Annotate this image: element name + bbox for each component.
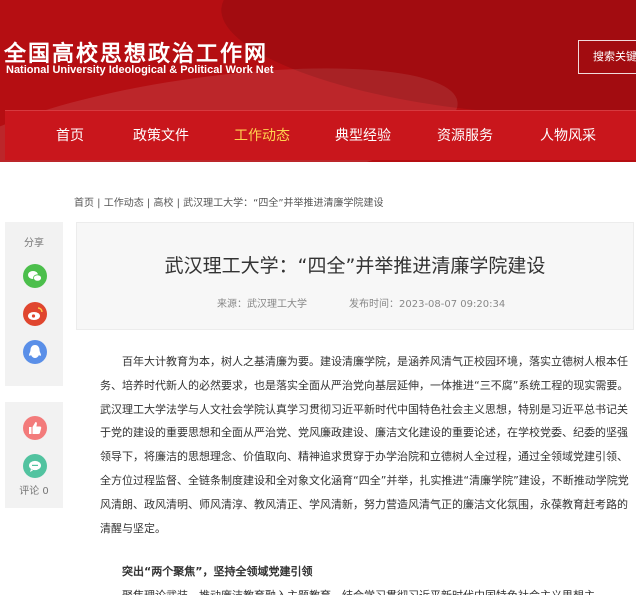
share-panel: 分享 <box>5 222 63 386</box>
comment-count[interactable]: 评论 0 <box>5 482 63 497</box>
comment-icon[interactable] <box>23 454 47 478</box>
site-logo-subtitle: National University Ideological & Politi… <box>6 64 274 76</box>
main-nav: 首页 政策文件 工作动态 典型经验 资源服务 人物风采 <box>5 110 636 160</box>
thumbs-up-icon[interactable] <box>23 416 47 440</box>
nav-item-policy[interactable]: 政策文件 <box>133 111 189 161</box>
nav-item-work-news[interactable]: 工作动态 <box>234 111 290 161</box>
article-header: 武汉理工大学：“四全”并举推进清廉学院建设 来源：武汉理工大学 发布时间：202… <box>76 222 634 330</box>
share-label: 分享 <box>24 238 44 249</box>
article-paragraph: 聚焦理论武装，推动廉洁教育融入主题教育。结合学习贯彻习近平新时代中国特色社会主义… <box>100 584 636 595</box>
wechat-icon[interactable] <box>23 264 47 288</box>
nav-item-resources[interactable]: 资源服务 <box>437 111 493 161</box>
nav-item-home[interactable]: 首页 <box>56 111 84 161</box>
nav-item-people[interactable]: 人物风采 <box>540 111 596 161</box>
search-input[interactable]: 搜索关键词 <box>578 40 636 74</box>
article-subheading: 突出“两个聚焦”，坚持全领域党建引领 <box>122 565 313 579</box>
weibo-icon[interactable] <box>23 302 47 326</box>
article-source: 来源：武汉理工大学 <box>217 299 307 310</box>
nav-item-experience[interactable]: 典型经验 <box>335 111 391 161</box>
article-paragraph: 百年大计教育为本，树人之基清廉为要。建设清廉学院，是涵养风清气正校园环境，落实立… <box>100 355 629 535</box>
action-panel: 评论 0 <box>5 402 63 508</box>
breadcrumb[interactable]: 首页 | 工作动态 | 高校 | 武汉理工大学：“四全”并举推进清廉学院建设 <box>74 194 384 209</box>
qq-icon[interactable] <box>23 340 47 364</box>
article-publish-time: 发布时间：2023-08-07 09:20:34 <box>349 299 506 310</box>
article-title: 武汉理工大学：“四全”并举推进清廉学院建设 <box>164 255 546 277</box>
article-body: 百年大计教育为本，树人之基清廉为要。建设清廉学院，是涵养风清气正校园环境，落实立… <box>100 350 636 595</box>
